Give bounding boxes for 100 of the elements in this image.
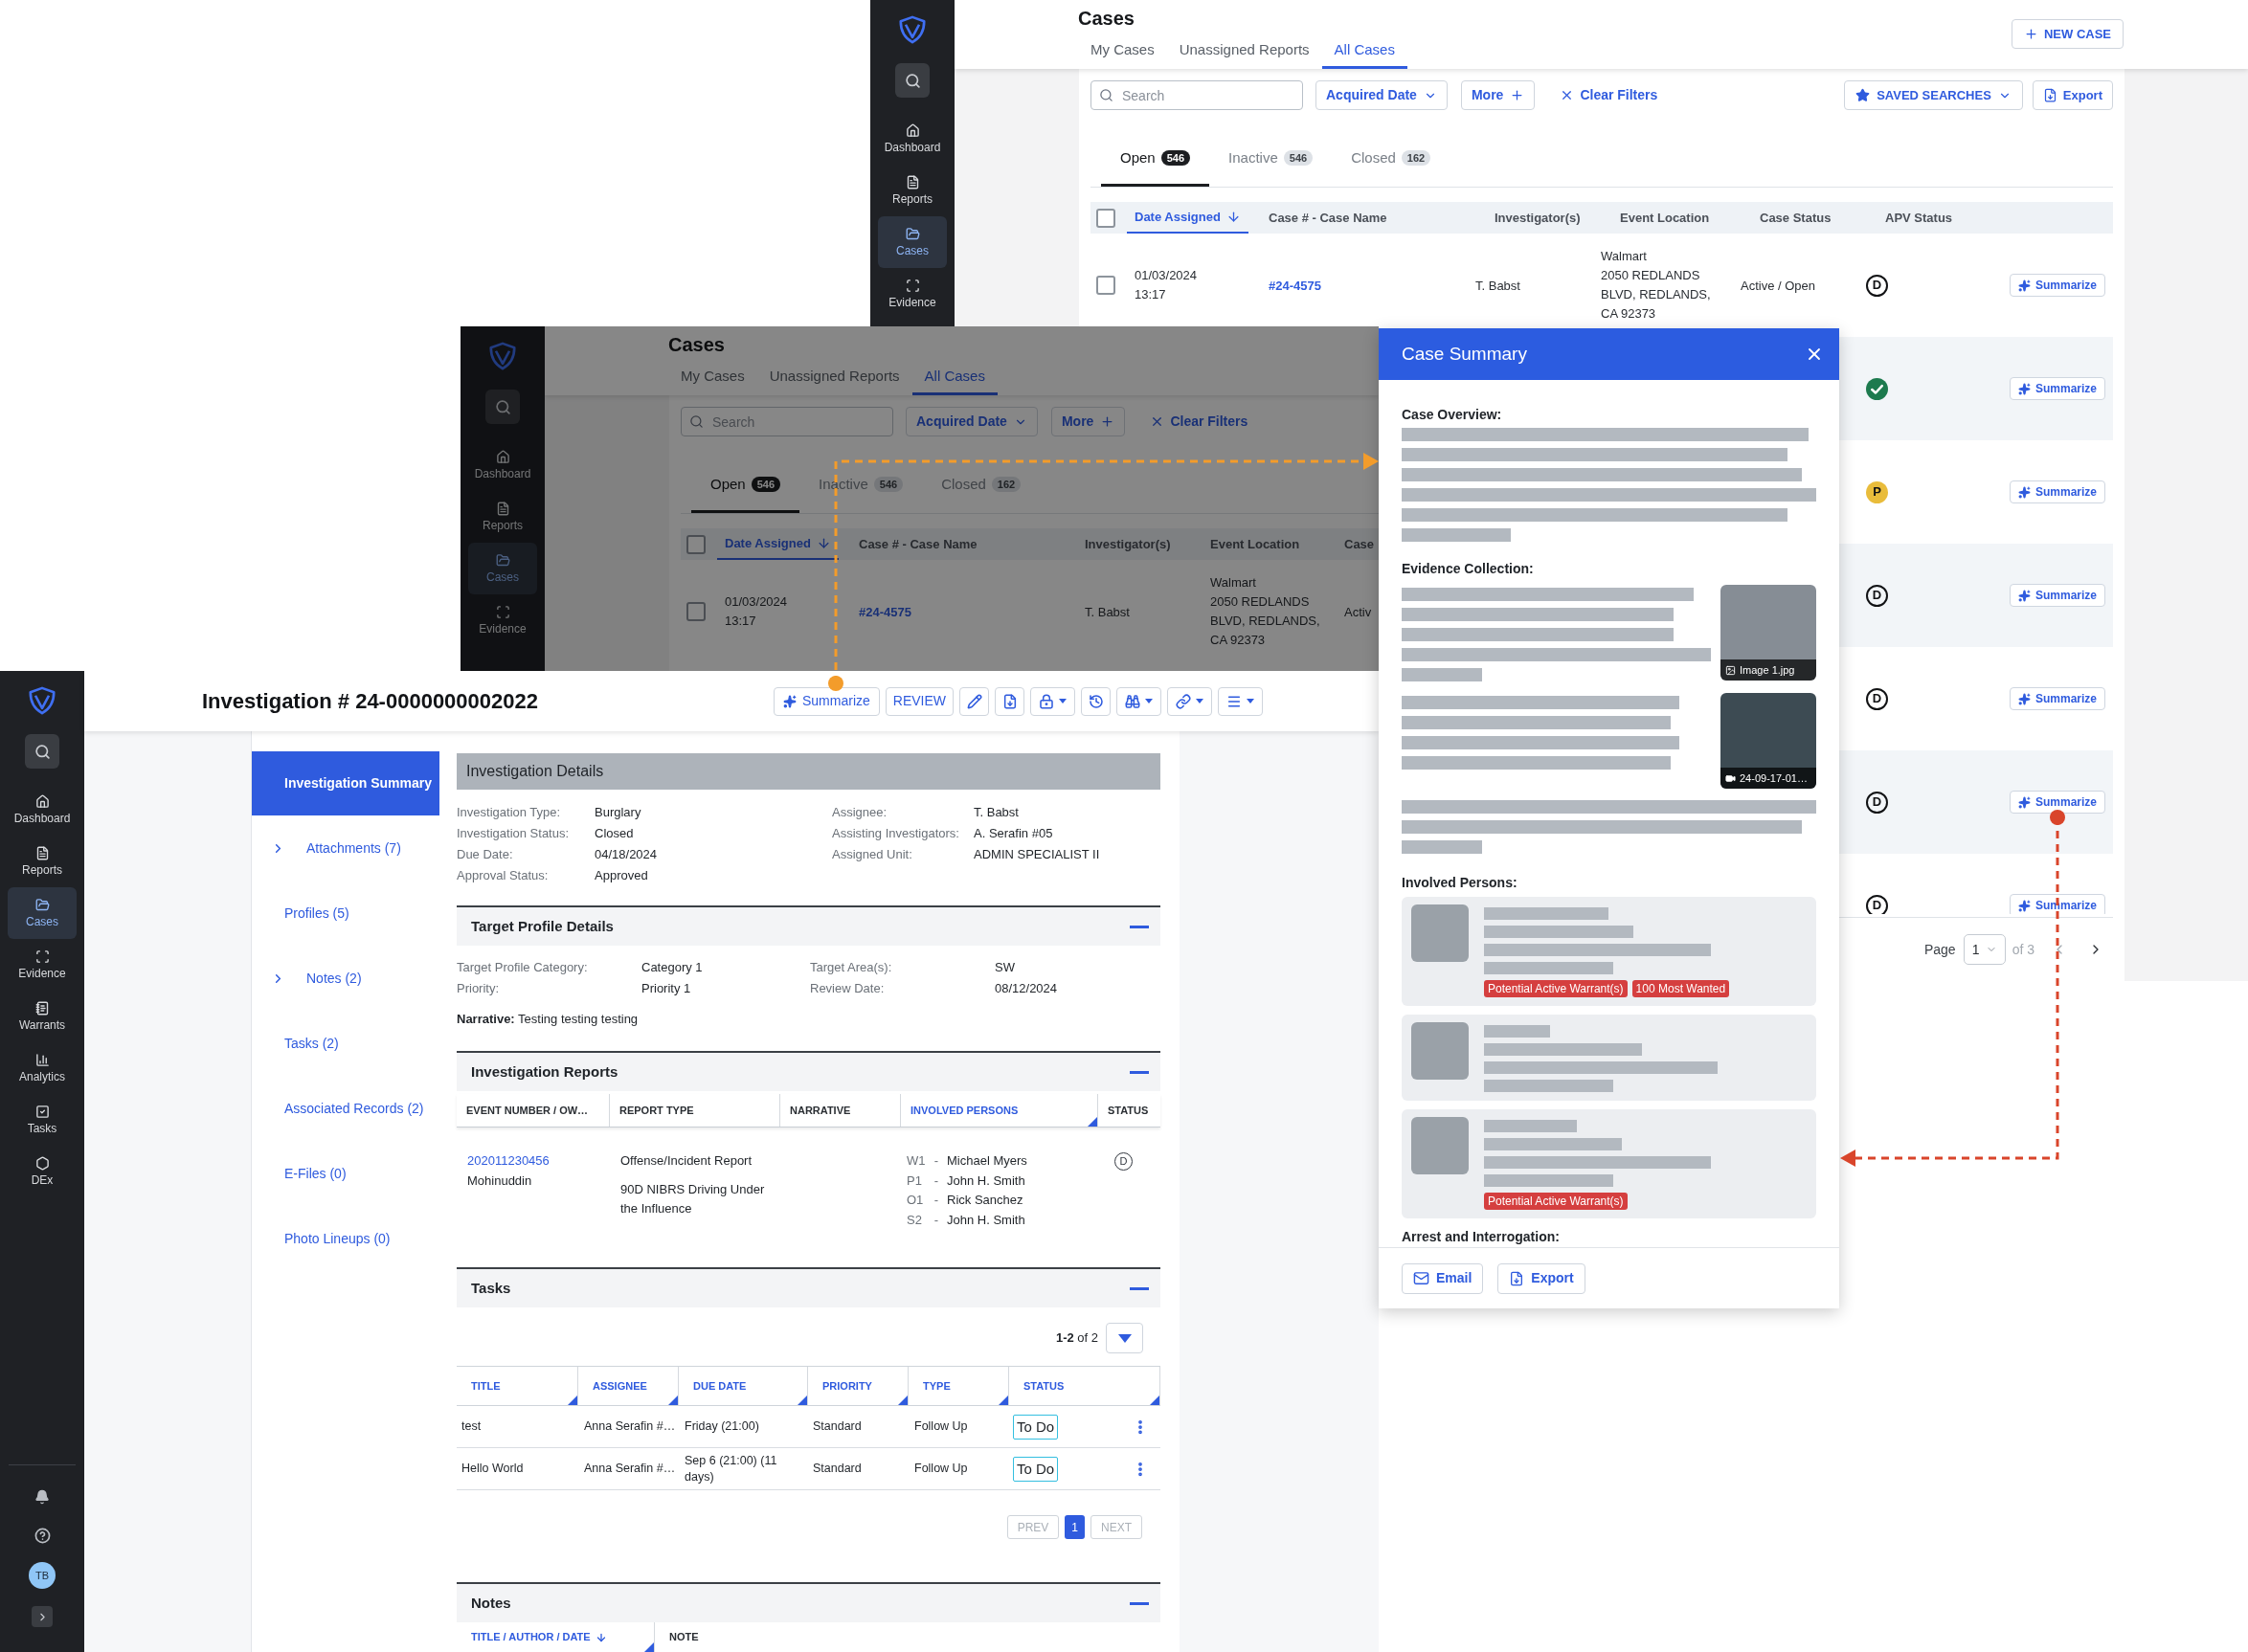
column-header[interactable]: STATUS: [1009, 1367, 1160, 1405]
column-header[interactable]: Date Assigned: [717, 528, 839, 560]
dropdown-button[interactable]: [1106, 1323, 1143, 1353]
icon-button[interactable]: [1081, 686, 1112, 716]
column-header[interactable]: TITLE / AUTHOR / DATE: [457, 1622, 655, 1652]
sidebar-item[interactable]: Cases: [8, 887, 77, 939]
case-number-link[interactable]: #24-4575: [859, 605, 911, 619]
dropdown-button[interactable]: [1030, 686, 1076, 716]
photo-placeholder[interactable]: Image 1.jpg: [1720, 585, 1816, 681]
page-select[interactable]: 1: [1963, 934, 2006, 965]
sidebar-item[interactable]: Dashboard: [878, 113, 947, 165]
user-avatar[interactable]: TB: [29, 1562, 56, 1589]
search-field[interactable]: Search: [681, 407, 893, 436]
sidebar-item[interactable]: Dashboard: [468, 439, 537, 491]
saved-searches-button[interactable]: SAVED SEARCHES: [1844, 80, 2023, 110]
export-button[interactable]: Export: [1497, 1262, 1585, 1294]
video-frame-placeholder[interactable]: 24-09-17-01…: [1720, 693, 1816, 789]
sidebar-item[interactable]: Reports: [8, 836, 77, 887]
more-filters-button[interactable]: More: [1460, 80, 1536, 110]
sidebar-item[interactable]: Dashboard: [8, 784, 77, 836]
filter-dropdown[interactable]: Acquired Date: [906, 407, 1038, 436]
column-header[interactable]: REPORT TYPE: [610, 1094, 780, 1127]
new-case-button[interactable]: NEW CASE: [2011, 19, 2124, 49]
checkbox[interactable]: [686, 534, 706, 554]
icon-button[interactable]: [995, 686, 1025, 716]
status-tab[interactable]: Closed 162: [922, 458, 1041, 513]
column-header[interactable]: DUE DATE: [679, 1367, 808, 1405]
sidebar-item[interactable]: DEx: [8, 1146, 77, 1197]
nav-item[interactable]: Attachments (7): [252, 815, 439, 881]
tab[interactable]: My Cases: [668, 361, 757, 395]
clear-filters-button[interactable]: Clear Filters: [1554, 80, 1664, 110]
column-header[interactable]: Case # - Case Name: [1269, 202, 1387, 234]
event-number-link[interactable]: 202011230456: [467, 1151, 550, 1172]
dropdown-button[interactable]: [1116, 686, 1162, 716]
nav-item[interactable]: E-Files (0): [252, 1141, 439, 1206]
column-header[interactable]: TYPE: [909, 1367, 1009, 1405]
nav-item[interactable]: Notes (2): [252, 946, 439, 1011]
tab[interactable]: My Cases: [1078, 34, 1167, 69]
summarize-button[interactable]: Summarize: [2010, 584, 2106, 607]
nav-item[interactable]: Tasks (2): [252, 1011, 439, 1076]
column-header[interactable]: PRIORITY: [808, 1367, 909, 1405]
dropdown-button[interactable]: [1167, 686, 1213, 716]
column-header[interactable]: Event Location: [1210, 528, 1300, 560]
bell-icon[interactable]: [34, 1489, 50, 1505]
summarize-button[interactable]: Summarize: [774, 686, 880, 716]
nav-item[interactable]: Profiles (5): [252, 881, 439, 946]
search-button[interactable]: [25, 734, 59, 769]
sidebar-item[interactable]: Reports: [468, 491, 537, 543]
nav-item[interactable]: Associated Records (2): [252, 1076, 439, 1141]
summarize-button[interactable]: Summarize: [2010, 791, 2106, 814]
column-header[interactable]: Date Assigned: [1127, 202, 1248, 234]
column-header[interactable]: NARRATIVE: [780, 1094, 901, 1127]
minus-icon[interactable]: [1130, 1286, 1149, 1290]
sidebar-item[interactable]: Tasks: [8, 1094, 77, 1146]
page-button[interactable]: 1: [1065, 1515, 1085, 1539]
sidebar-item[interactable]: Evidence: [878, 268, 947, 320]
nav-item[interactable]: Investigation Summary: [252, 751, 439, 815]
column-header[interactable]: NOTE: [655, 1622, 1160, 1652]
search-field[interactable]: Search: [1090, 80, 1303, 110]
icon-button[interactable]: [959, 686, 990, 716]
column-header[interactable]: Event Location: [1620, 202, 1710, 234]
summarize-button[interactable]: Summarize: [2010, 274, 2106, 297]
minus-icon[interactable]: [1130, 1070, 1149, 1074]
help-icon[interactable]: [34, 1528, 51, 1544]
sidebar-item[interactable]: Evidence: [468, 594, 537, 646]
filter-dropdown[interactable]: Acquired Date: [1315, 80, 1448, 110]
column-header[interactable]: Case: [1344, 528, 1375, 560]
minus-icon[interactable]: [1130, 1601, 1149, 1605]
checkbox[interactable]: [1096, 208, 1115, 228]
clear-filters-button[interactable]: Clear Filters: [1144, 407, 1254, 436]
status-tab[interactable]: Inactive 546: [1209, 132, 1333, 187]
email-button[interactable]: Email: [1402, 1262, 1484, 1294]
status-tab[interactable]: Closed 162: [1332, 132, 1450, 187]
sidebar-item[interactable]: Warrants: [8, 991, 77, 1042]
column-header[interactable]: STATUS: [1098, 1094, 1160, 1127]
summarize-button[interactable]: Summarize: [2010, 480, 2106, 503]
export-button[interactable]: Export: [2032, 80, 2113, 110]
column-header[interactable]: INVOLVED PERSONS: [901, 1094, 1098, 1127]
column-header[interactable]: EVENT NUMBER / OW…: [457, 1094, 610, 1127]
checkbox[interactable]: [1096, 276, 1115, 295]
minus-icon[interactable]: [1130, 925, 1149, 928]
column-header[interactable]: ASSIGNEE: [578, 1367, 679, 1405]
status-tab[interactable]: Open 546: [691, 458, 800, 513]
more-filters-button[interactable]: More: [1050, 407, 1126, 436]
case-number-link[interactable]: #24-4575: [1269, 279, 1321, 293]
tab[interactable]: Unassigned Reports: [1166, 34, 1322, 69]
search-button[interactable]: [895, 63, 930, 98]
column-header[interactable]: Investigator(s): [1085, 528, 1171, 560]
tab[interactable]: Unassigned Reports: [756, 361, 912, 395]
nav-item[interactable]: Photo Lineups (0): [252, 1206, 439, 1271]
sidebar-item[interactable]: Analytics: [8, 1042, 77, 1094]
column-header[interactable]: Case Status: [1760, 202, 1832, 234]
sidebar-item[interactable]: Evidence: [8, 939, 77, 991]
summarize-button[interactable]: Summarize: [2010, 377, 2106, 400]
status-tab[interactable]: Open 546: [1101, 132, 1210, 187]
summarize-button[interactable]: Summarize: [2010, 687, 2106, 710]
dropdown-button[interactable]: [1218, 686, 1264, 716]
summarize-button[interactable]: Summarize: [2010, 894, 2106, 914]
sidebar-item[interactable]: Cases: [878, 216, 947, 268]
expand-sidebar-button[interactable]: [32, 1606, 53, 1627]
